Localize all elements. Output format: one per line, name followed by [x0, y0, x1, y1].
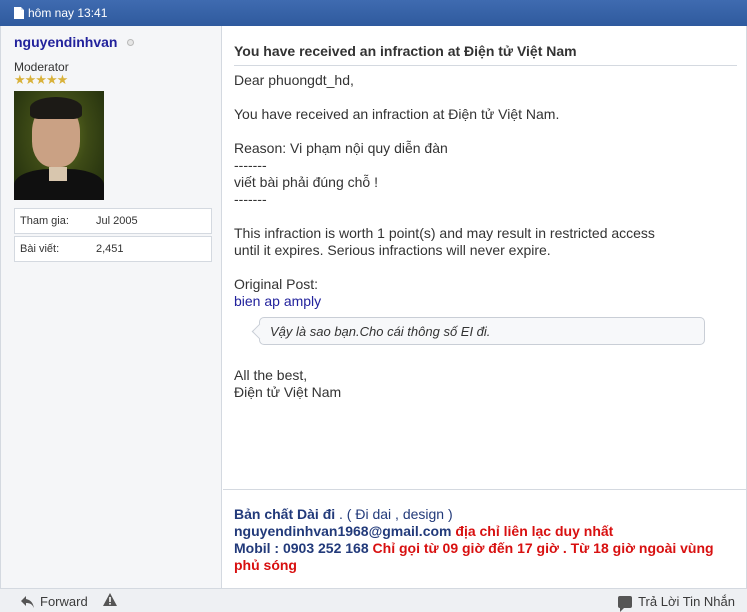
post-header-bar: hôm nay 13:41	[0, 0, 747, 26]
signature-title: Bản chất Dài đi	[234, 506, 336, 522]
closing-signoff: Điện tử Việt Nam	[234, 384, 342, 400]
message-post: nguyendinhvan Moderator ★★★★★ Tham gia: …	[0, 26, 747, 588]
reply-label: Trả Lời Tin Nhắn	[638, 594, 735, 609]
speech-bubble-icon	[618, 595, 633, 612]
user-avatar[interactable]	[14, 91, 104, 200]
document-icon	[14, 7, 24, 19]
stat-value: Jul 2005	[96, 215, 138, 227]
signature-email[interactable]: nguyendinhvan1968@gmail.com	[234, 523, 452, 539]
user-signature: Bản chất Dài đi . ( Đi dai , design ) ng…	[223, 489, 746, 588]
report-warning-icon[interactable]	[102, 592, 118, 608]
points-line: until it expires. Serious infractions wi…	[234, 242, 551, 258]
offline-status-icon	[127, 39, 134, 46]
stat-post-count: Bài viết: 2,451	[14, 236, 212, 262]
points-line: This infraction is worth 1 point(s) and …	[234, 225, 655, 241]
quote-box: Vậy là sao bạn.Cho cái thông số EI đi.	[259, 317, 705, 345]
username-link[interactable]: nguyendinhvan	[14, 34, 117, 50]
separator: -------	[234, 191, 267, 207]
post-footer: Forward Trả Lời Tin Nhắn	[0, 588, 747, 612]
signature-subtitle: . ( Đi dai , design )	[339, 506, 453, 522]
reason-detail: viết bài phải đúng chỗ !	[234, 174, 378, 190]
signature-mobile-note: Chỉ gọi từ 09 giờ đến 17 giờ . Từ 18 giờ…	[372, 540, 714, 556]
original-post-link[interactable]: bien ap amply	[234, 293, 321, 310]
signature-mobile: Mobil : 0903 252 168	[234, 540, 369, 556]
message-content: You have received an infraction at Điện …	[223, 26, 746, 588]
infraction-line: You have received an infraction at Điện …	[234, 106, 560, 122]
forward-button[interactable]: Forward	[20, 594, 88, 609]
signature-mobile-note-cont: phủ sóng	[234, 557, 297, 573]
separator: -------	[234, 157, 267, 173]
stat-label: Tham gia:	[20, 215, 69, 227]
user-info-panel: nguyendinhvan Moderator ★★★★★ Tham gia: …	[1, 26, 222, 588]
forward-icon	[21, 595, 34, 608]
rank-stars-icon: ★★★★★	[14, 72, 68, 87]
quote-text: Vậy là sao bạn.Cho cái thông số EI đi.	[270, 324, 491, 339]
signature-email-note: địa chỉ liên lạc duy nhất	[455, 523, 614, 539]
reply-message-button[interactable]: Trả Lời Tin Nhắn	[618, 594, 735, 612]
greeting: Dear phuongdt_hd,	[234, 72, 354, 88]
stat-label: Bài viết:	[20, 243, 60, 255]
message-title: You have received an infraction at Điện …	[234, 43, 737, 66]
post-timestamp: hôm nay 13:41	[28, 6, 108, 20]
stat-value: 2,451	[96, 243, 124, 255]
closing: All the best,	[234, 367, 308, 383]
forward-label: Forward	[40, 594, 88, 609]
original-post-label: Original Post:	[234, 276, 319, 292]
stat-join-date: Tham gia: Jul 2005	[14, 208, 212, 234]
reason-line: Reason: Vi phạm nội quy diễn đàn	[234, 140, 448, 156]
